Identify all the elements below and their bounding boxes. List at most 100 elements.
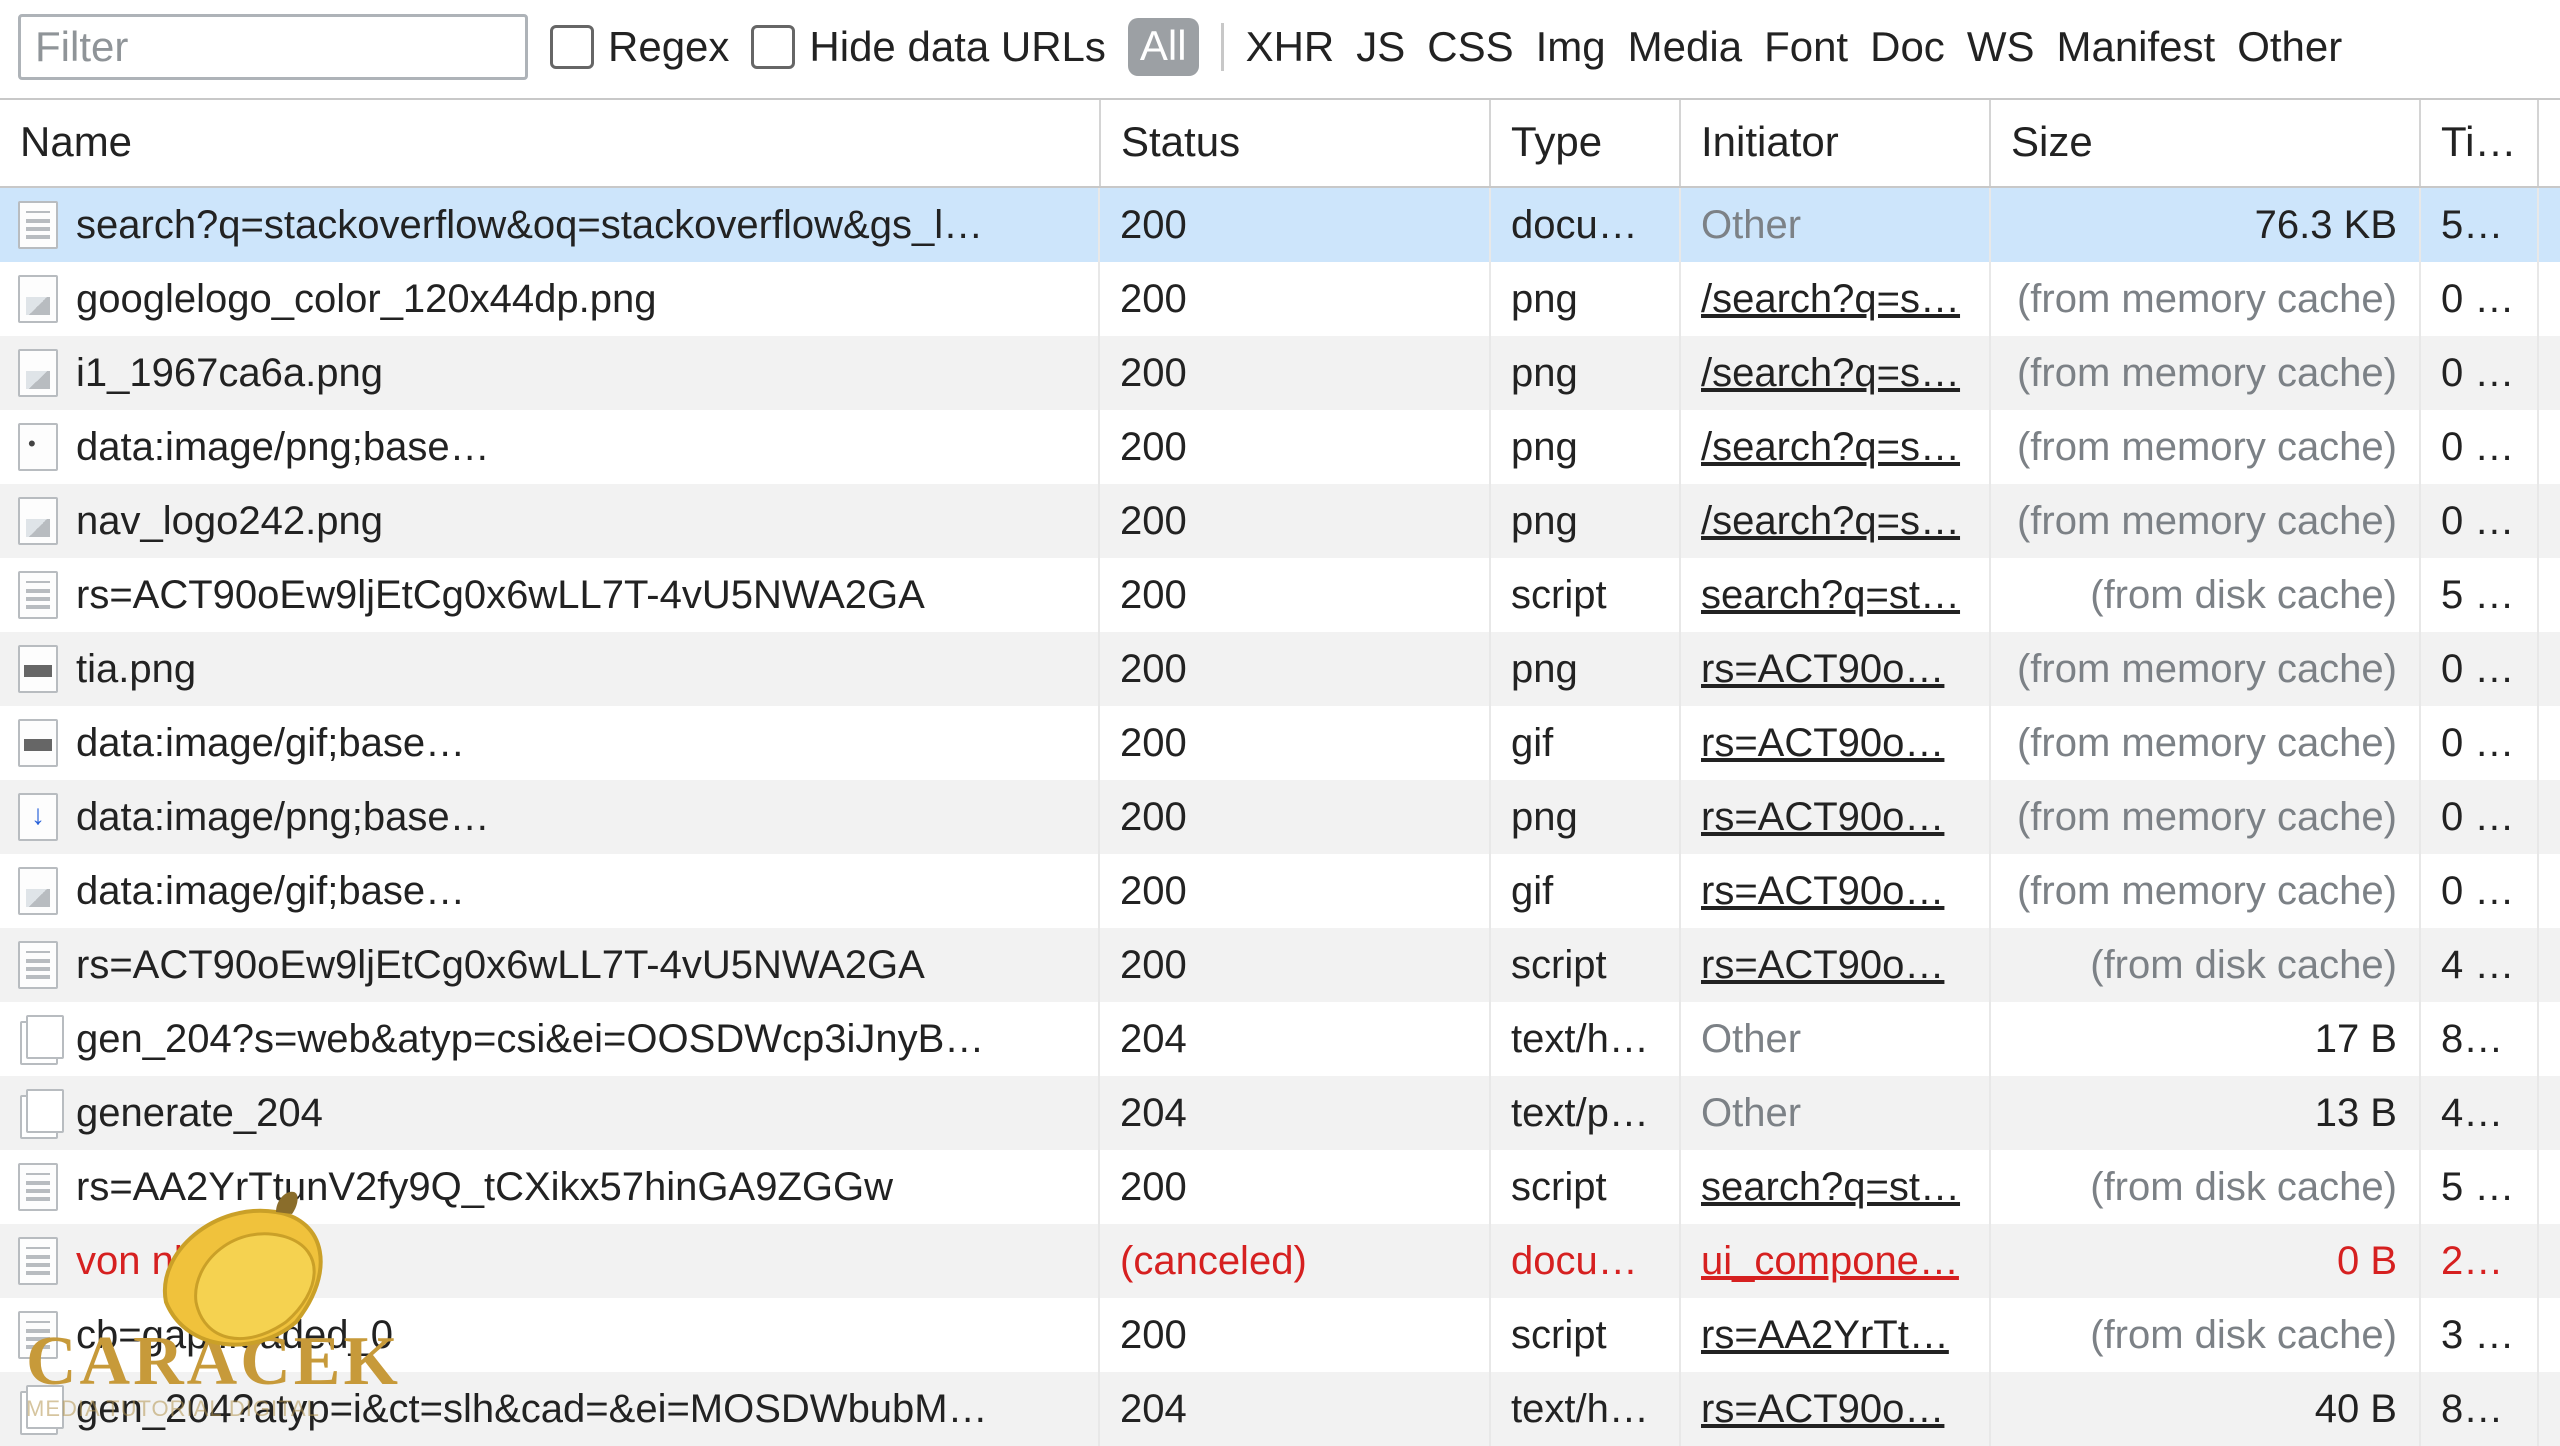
initiator-link[interactable]: rs=ACT90o… [1701, 869, 1944, 913]
cell-name[interactable]: gen_204?s=web&atyp=csi&ei=OOSDWcp3iJnyB… [0, 1002, 1100, 1076]
cell-initiator[interactable]: search?q=st… [1680, 1150, 1990, 1224]
cell-name[interactable]: rs=AA2YrTtunV2fy9Q_tCXikx57hinGA9ZGGw [0, 1150, 1100, 1224]
table-row[interactable]: generate_204204text/p…Other13 B42 … [0, 1076, 2560, 1150]
cell-name[interactable]: generate_204 [0, 1076, 1100, 1150]
cell-name[interactable]: nav_logo242.png [0, 484, 1100, 558]
filter-type-doc[interactable]: Doc [1870, 23, 1945, 71]
filter-type-manifest[interactable]: Manifest [2056, 23, 2215, 71]
table-row[interactable]: googlelogo_color_120x44dp.png200png/sear… [0, 262, 2560, 336]
cell-name[interactable]: search?q=stackoverflow&oq=stackoverflow&… [0, 188, 1100, 262]
cell-name[interactable]: data:image/png;base… [0, 410, 1100, 484]
cell-initiator[interactable]: rs=AA2YrTt… [1680, 1298, 1990, 1372]
cell-size: (from memory cache) [1990, 780, 2420, 854]
initiator-link[interactable]: rs=ACT90o… [1701, 795, 1944, 839]
table-row[interactable]: von nl(canceled)docu…ui_compone…0 B24… [0, 1224, 2560, 1298]
request-name: nav_logo242.png [76, 499, 383, 544]
initiator-link[interactable]: ui_compone… [1701, 1239, 1959, 1283]
col-header-size[interactable]: Size [1990, 100, 2420, 187]
request-name: von nl [76, 1239, 183, 1284]
col-header-waterfall[interactable] [2538, 100, 2560, 187]
cell-type: script [1490, 558, 1680, 632]
regex-label: Regex [608, 23, 729, 71]
filter-type-font[interactable]: Font [1764, 23, 1848, 71]
filter-input[interactable] [18, 14, 528, 80]
cell-initiator[interactable]: rs=ACT90o… [1680, 780, 1990, 854]
request-name: data:image/png;base… [76, 795, 490, 840]
cell-name[interactable]: i1_1967ca6a.png [0, 336, 1100, 410]
regex-checkbox[interactable]: Regex [550, 23, 729, 71]
cell-initiator[interactable]: ui_compone… [1680, 1224, 1990, 1298]
initiator-link[interactable]: /search?q=s… [1701, 499, 1960, 543]
initiator-link[interactable]: /search?q=s… [1701, 351, 1960, 395]
table-row[interactable]: rs=AA2YrTtunV2fy9Q_tCXikx57hinGA9ZGGw200… [0, 1150, 2560, 1224]
cell-name[interactable]: rs=ACT90oEw9ljEtCg0x6wLL7T-4vU5NWA2GA [0, 928, 1100, 1002]
table-row[interactable]: data:image/gif;base…200gifrs=ACT90o…(fro… [0, 854, 2560, 928]
table-row[interactable]: rs=ACT90oEw9ljEtCg0x6wLL7T-4vU5NWA2GA200… [0, 928, 2560, 1002]
cell-time: 0 ms [2420, 780, 2538, 854]
table-row[interactable]: gen_204?s=web&atyp=csi&ei=OOSDWcp3iJnyB…… [0, 1002, 2560, 1076]
table-row[interactable]: cb=gapi.loaded_0200scriptrs=AA2YrTt…(fro… [0, 1298, 2560, 1372]
initiator-link[interactable]: rs=ACT90o… [1701, 1387, 1944, 1431]
col-header-type[interactable]: Type [1490, 100, 1680, 187]
cell-name[interactable]: gen_204?atyp=i&ct=slh&cad=&ei=MOSDWbubM… [0, 1372, 1100, 1446]
cell-initiator[interactable]: rs=ACT90o… [1680, 706, 1990, 780]
col-header-time[interactable]: Time [2420, 100, 2538, 187]
doc-file-icon [18, 1163, 58, 1211]
cell-initiator[interactable]: /search?q=s… [1680, 336, 1990, 410]
doc-file-icon [18, 1311, 58, 1359]
table-row[interactable]: search?q=stackoverflow&oq=stackoverflow&… [0, 187, 2560, 262]
cell-name[interactable]: googlelogo_color_120x44dp.png [0, 262, 1100, 336]
initiator-link[interactable]: rs=ACT90o… [1701, 721, 1944, 765]
cell-type: png [1490, 336, 1680, 410]
table-row[interactable]: data:image/png;base…200png/search?q=s…(f… [0, 410, 2560, 484]
initiator-link[interactable]: rs=ACT90o… [1701, 943, 1944, 987]
request-name: tia.png [76, 647, 196, 692]
filter-type-xhr[interactable]: XHR [1246, 23, 1335, 71]
table-row[interactable]: gen_204?atyp=i&ct=slh&cad=&ei=MOSDWbubM…… [0, 1372, 2560, 1446]
cell-time: 4 ms [2420, 928, 2538, 1002]
initiator-link[interactable]: search?q=st… [1701, 1165, 1960, 1209]
cell-name[interactable]: von nl [0, 1224, 1100, 1298]
cell-name[interactable]: cb=gapi.loaded_0 [0, 1298, 1100, 1372]
cell-initiator[interactable]: rs=ACT90o… [1680, 632, 1990, 706]
table-row[interactable]: nav_logo242.png200png/search?q=s…(from m… [0, 484, 2560, 558]
cell-waterfall [2538, 1076, 2560, 1150]
cell-initiator[interactable]: search?q=st… [1680, 558, 1990, 632]
table-row[interactable]: i1_1967ca6a.png200png/search?q=s…(from m… [0, 336, 2560, 410]
table-row[interactable]: tia.png200pngrs=ACT90o…(from memory cach… [0, 632, 2560, 706]
cell-initiator[interactable]: /search?q=s… [1680, 410, 1990, 484]
initiator-link[interactable]: rs=ACT90o… [1701, 647, 1944, 691]
cell-name[interactable]: rs=ACT90oEw9ljEtCg0x6wLL7T-4vU5NWA2GA [0, 558, 1100, 632]
cell-name[interactable]: data:image/gif;base… [0, 706, 1100, 780]
cell-initiator[interactable]: rs=ACT90o… [1680, 1372, 1990, 1446]
filter-type-img[interactable]: Img [1536, 23, 1606, 71]
col-header-status[interactable]: Status [1100, 100, 1490, 187]
table-row[interactable]: data:image/gif;base…200gifrs=ACT90o…(fro… [0, 706, 2560, 780]
initiator-link[interactable]: /search?q=s… [1701, 425, 1960, 469]
table-row[interactable]: data:image/png;base…200pngrs=ACT90o…(fro… [0, 780, 2560, 854]
cell-status: 200 [1100, 262, 1490, 336]
cell-type: gif [1490, 706, 1680, 780]
initiator-link[interactable]: rs=AA2YrTt… [1701, 1313, 1949, 1357]
initiator-link[interactable]: /search?q=s… [1701, 277, 1960, 321]
cell-initiator[interactable]: rs=ACT90o… [1680, 928, 1990, 1002]
hide-data-urls-checkbox[interactable]: Hide data URLs [751, 23, 1105, 71]
cell-initiator[interactable]: /search?q=s… [1680, 262, 1990, 336]
filter-type-ws[interactable]: WS [1967, 23, 2035, 71]
cell-initiator[interactable]: rs=ACT90o… [1680, 854, 1990, 928]
layers-file-icon [18, 1089, 58, 1137]
col-header-name[interactable]: Name [0, 100, 1100, 187]
cell-size: (from memory cache) [1990, 262, 2420, 336]
filter-type-all[interactable]: All [1128, 18, 1199, 76]
filter-type-css[interactable]: CSS [1427, 23, 1513, 71]
cell-name[interactable]: data:image/gif;base… [0, 854, 1100, 928]
filter-type-js[interactable]: JS [1356, 23, 1405, 71]
initiator-link[interactable]: search?q=st… [1701, 573, 1960, 617]
filter-type-other[interactable]: Other [2237, 23, 2342, 71]
col-header-initiator[interactable]: Initiator [1680, 100, 1990, 187]
filter-type-media[interactable]: Media [1628, 23, 1742, 71]
cell-name[interactable]: tia.png [0, 632, 1100, 706]
cell-initiator[interactable]: /search?q=s… [1680, 484, 1990, 558]
table-row[interactable]: rs=ACT90oEw9ljEtCg0x6wLL7T-4vU5NWA2GA200… [0, 558, 2560, 632]
cell-name[interactable]: data:image/png;base… [0, 780, 1100, 854]
